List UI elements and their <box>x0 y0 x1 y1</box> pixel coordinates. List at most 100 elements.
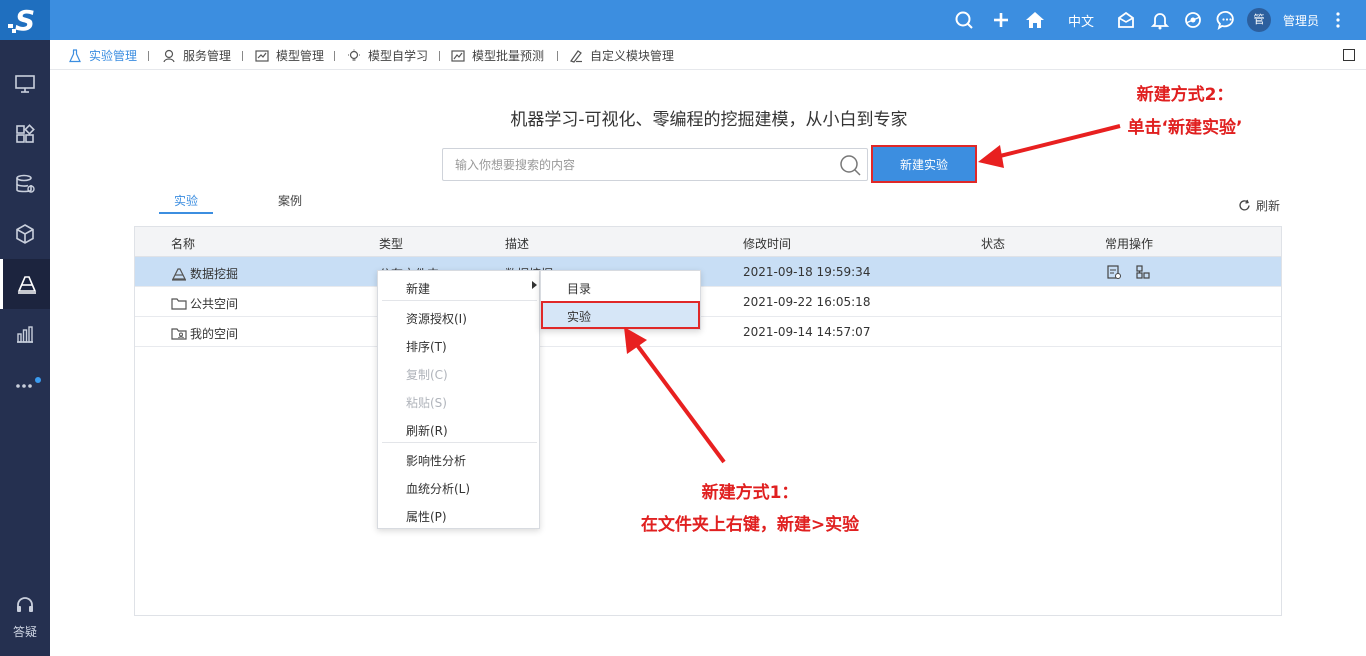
active-tab-indicator <box>159 212 213 214</box>
annotation-method1-desc: 在文件夹上右键，新建>实验 <box>640 515 860 535</box>
structure-icon[interactable] <box>1135 264 1151 280</box>
menu-item-lineage-analysis[interactable]: 血统分析(L) <box>406 480 470 497</box>
flask-icon <box>69 48 81 62</box>
refresh-icon <box>1239 199 1250 211</box>
model-icon <box>255 49 269 62</box>
submenu-item-experiment-label: 实验 <box>567 310 592 324</box>
menu-divider <box>382 300 537 301</box>
experiment-folder-icon <box>172 267 186 281</box>
row-name-text: 公共空间 <box>190 297 239 311</box>
refresh-label: 刷新 <box>1256 199 1281 213</box>
row-modified: 2021-09-18 19:59:34 <box>743 265 871 279</box>
context-menu: 新建 资源授权(I) 排序(T) 复制(C) 粘贴(S) 刷新(R) 影响性分析… <box>377 270 540 529</box>
search-icon[interactable] <box>839 154 861 176</box>
menu-item-authorize[interactable]: 资源授权(I) <box>406 310 467 327</box>
notification-dot <box>35 377 41 383</box>
page-headline: 机器学习-可视化、零编程的挖掘建模，从小白到专家 <box>510 110 908 130</box>
tab-model-management[interactable]: 模型管理 <box>255 47 324 64</box>
experiment-table: 名称 类型 描述 修改时间 状态 常用操作 数据挖掘 公有文件夹 数据挖掘 20… <box>134 226 1282 616</box>
menu-item-paste[interactable]: 粘贴(S) <box>406 394 447 411</box>
top-bar: 中文 管 管理员 <box>50 0 1366 40</box>
bell-icon[interactable] <box>1149 9 1171 31</box>
username[interactable]: 管理员 <box>1283 12 1319 29</box>
tab-service-management[interactable]: 服务管理 <box>162 47 231 64</box>
menu-item-copy[interactable]: 复制(C) <box>406 366 448 383</box>
sidebar-item-apps[interactable] <box>0 109 50 159</box>
tab-experiments[interactable]: 实验 <box>174 192 198 209</box>
sidebar-item-analytics[interactable] <box>0 309 50 359</box>
tab-divider <box>557 51 558 61</box>
row-name-text: 数据挖掘 <box>190 267 239 281</box>
tab-divider <box>242 51 243 61</box>
tab-experiment-management[interactable]: 实验管理 <box>68 47 137 64</box>
tab-label: 模型批量预测 <box>472 49 545 63</box>
sidebar-item-more[interactable] <box>0 359 50 409</box>
submenu-arrow-icon <box>532 281 537 289</box>
column-header-type[interactable]: 类型 <box>379 235 403 252</box>
tab-cases[interactable]: 案例 <box>278 192 302 209</box>
menu-item-properties[interactable]: 属性(P) <box>406 508 447 525</box>
menu-item-sort[interactable]: 排序(T) <box>406 338 447 355</box>
search-icon[interactable] <box>953 9 975 31</box>
column-header-name[interactable]: 名称 <box>171 235 195 252</box>
menu-item-refresh[interactable]: 刷新(R) <box>406 422 448 439</box>
help-button[interactable]: 答疑 <box>0 596 50 646</box>
menu-item-impact-analysis[interactable]: 影响性分析 <box>406 452 466 469</box>
avatar[interactable]: 管 <box>1247 8 1271 32</box>
sidebar-item-database[interactable] <box>0 159 50 209</box>
row-name: 公共空间 <box>171 295 238 312</box>
headset-icon <box>17 597 33 612</box>
row-name: 数据挖掘 <box>171 265 238 282</box>
tab-batch-prediction[interactable]: 模型批量预测 <box>451 47 544 64</box>
annotation-method2-title: 新建方式2： <box>1136 85 1234 105</box>
add-icon[interactable] <box>990 9 1012 31</box>
settings-icon[interactable] <box>1182 9 1204 31</box>
module-tab-bar: 实验管理 服务管理 模型管理 模型自学习 模型批量预测 自定义模块管理 <box>50 40 1366 70</box>
home-icon[interactable] <box>1024 9 1046 31</box>
ml-icon <box>17 276 36 294</box>
folder-icon <box>171 297 187 310</box>
column-header-description[interactable]: 描述 <box>505 235 529 252</box>
tab-model-self-learning[interactable]: 模型自学习 <box>347 47 428 64</box>
mail-icon[interactable] <box>1115 9 1137 31</box>
help-label: 答疑 <box>12 625 37 639</box>
language-switch[interactable]: 中文 <box>1068 11 1094 30</box>
sidebar-item-desktop[interactable] <box>0 59 50 109</box>
tab-label: 服务管理 <box>183 49 232 63</box>
app-logo[interactable]: S <box>0 0 50 40</box>
service-icon <box>163 49 175 62</box>
chat-icon[interactable] <box>1216 9 1238 31</box>
row-modified: 2021-09-22 16:05:18 <box>743 295 871 309</box>
svg-text:S: S <box>15 4 35 37</box>
monitor-icon <box>15 75 35 93</box>
refresh-button[interactable]: 刷新 <box>1238 197 1280 214</box>
maximize-button[interactable] <box>1343 49 1355 61</box>
menu-item-new[interactable]: 新建 <box>406 280 430 297</box>
tab-label: 模型自学习 <box>368 49 429 63</box>
kebab-menu-icon[interactable] <box>1332 9 1344 31</box>
column-header-modified[interactable]: 修改时间 <box>743 235 791 252</box>
edit-doc-icon[interactable] <box>1106 264 1122 280</box>
database-icon <box>16 174 35 193</box>
table-row[interactable]: 数据挖掘 公有文件夹 数据挖掘 2021-09-18 19:59:34 <box>135 257 1281 287</box>
sidebar-item-cube[interactable] <box>0 209 50 259</box>
column-header-status[interactable]: 状态 <box>981 235 1005 252</box>
tab-label: 自定义模块管理 <box>590 49 675 63</box>
search-input[interactable] <box>443 149 833 180</box>
tab-label: 模型管理 <box>276 49 325 63</box>
table-row[interactable]: 公共空间 2021-09-22 16:05:18 <box>135 287 1281 317</box>
submenu-item-experiment[interactable]: 实验 <box>541 301 700 329</box>
column-header-actions: 常用操作 <box>1105 237 1154 251</box>
table-row[interactable]: 我的空间 间 2021-09-14 14:57:07 <box>135 317 1281 347</box>
new-submenu: 目录 实验 <box>540 270 701 330</box>
tab-custom-module-management[interactable]: 自定义模块管理 <box>569 47 674 64</box>
cube-icon <box>16 224 34 244</box>
new-experiment-button[interactable]: 新建实验 <box>871 145 977 183</box>
submenu-item-directory[interactable]: 目录 <box>567 280 591 297</box>
arrow-head-icon <box>978 145 1004 168</box>
menu-divider <box>382 442 537 443</box>
sidebar: S 答疑 <box>0 0 50 656</box>
bar-chart-icon <box>17 326 33 343</box>
sidebar-item-machine-learning[interactable] <box>0 259 50 309</box>
tab-divider <box>334 51 335 61</box>
